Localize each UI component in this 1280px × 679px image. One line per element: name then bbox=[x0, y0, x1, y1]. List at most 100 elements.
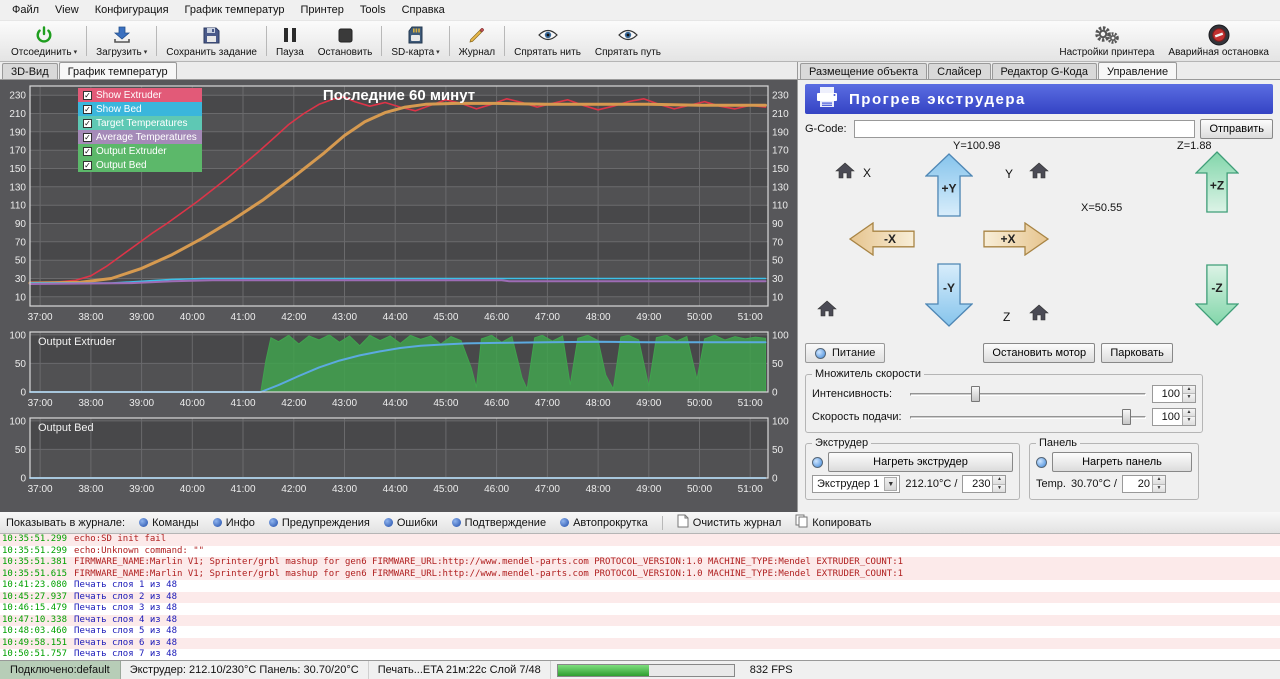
send-button[interactable]: Отправить bbox=[1200, 119, 1273, 139]
heat-extruder-button[interactable]: Нагреть экструдер bbox=[828, 452, 1013, 472]
toolbar-button-l-1[interactable]: Загрузить▾ bbox=[89, 22, 154, 60]
svg-text:41:00: 41:00 bbox=[230, 398, 255, 409]
log-filter-5[interactable]: Автопрокрутка bbox=[554, 515, 654, 531]
flow-spinner[interactable]: 100 ▲▼ bbox=[1152, 385, 1196, 403]
gcode-input[interactable] bbox=[854, 120, 1195, 138]
svg-text:49:00: 49:00 bbox=[636, 312, 661, 323]
tab-right-2[interactable]: Редактор G-Кода bbox=[992, 63, 1097, 79]
log-filter-4[interactable]: Подтверждение bbox=[446, 515, 552, 531]
log-filter-1[interactable]: Инфо bbox=[207, 515, 261, 531]
feed-slider-track bbox=[910, 416, 1146, 419]
toolbar-button-r-1[interactable]: Аварийная остановка bbox=[1161, 22, 1276, 60]
feed-slider-thumb[interactable] bbox=[1122, 409, 1131, 425]
toolbar-button-l-2[interactable]: Сохранить задание bbox=[159, 22, 264, 60]
toolbar-button-l-0[interactable]: Отсоединить▾ bbox=[4, 22, 84, 60]
legend-item-0[interactable]: ✓Show Extruder bbox=[78, 88, 202, 102]
toolbar-button-l-6[interactable]: Журнал bbox=[452, 22, 503, 60]
power-button[interactable]: Питание bbox=[805, 343, 885, 363]
legend-item-1[interactable]: ✓Show Bed bbox=[78, 102, 202, 116]
toolbar-button-r-0[interactable]: Настройки принтера bbox=[1052, 22, 1161, 60]
log-timestamp: 10:35:51.615 bbox=[2, 569, 67, 579]
spin-up-icon[interactable]: ▲ bbox=[1183, 409, 1195, 418]
legend-checkbox[interactable]: ✓ bbox=[83, 147, 92, 156]
legend-checkbox[interactable]: ✓ bbox=[83, 133, 92, 142]
menu-item-5[interactable]: Tools bbox=[352, 2, 394, 18]
svg-text:51:00: 51:00 bbox=[738, 312, 763, 323]
tab-right-0[interactable]: Размещение объекта bbox=[800, 63, 927, 79]
bed-target-spinner[interactable]: 20 ▲▼ bbox=[1122, 475, 1166, 493]
home-z-button[interactable] bbox=[1029, 304, 1049, 324]
spin-up-icon[interactable]: ▲ bbox=[1153, 476, 1165, 485]
log-timestamp: 10:50:51.757 bbox=[2, 649, 67, 659]
jog-plus-y-button[interactable]: +Y bbox=[925, 153, 973, 220]
menu-item-2[interactable]: Конфигурация bbox=[87, 2, 177, 18]
home-y-button[interactable] bbox=[1029, 162, 1049, 182]
toolbar-button-l-7[interactable]: Спрятать нить bbox=[507, 22, 588, 60]
jog-minus-x-button[interactable]: -X bbox=[849, 222, 915, 259]
log-filter-2[interactable]: Предупреждения bbox=[263, 515, 376, 531]
temperature-status: Экструдер: 212.10/230°C Панель: 30.70/20… bbox=[121, 661, 369, 679]
menu-item-0[interactable]: Файл bbox=[4, 2, 47, 18]
journal-icon bbox=[468, 25, 485, 46]
tab-left-1[interactable]: График температур bbox=[59, 62, 177, 79]
legend-item-3[interactable]: ✓Average Temperatures bbox=[78, 130, 202, 144]
jog-minus-y-button[interactable]: -Y bbox=[925, 263, 973, 330]
jog-plus-z-button[interactable]: +Z bbox=[1195, 151, 1239, 216]
legend-item-4[interactable]: ✓ Output Extruder bbox=[78, 144, 202, 158]
toolbar-button-l-3[interactable]: Пауза bbox=[269, 22, 311, 60]
log-message: FIRMWARE_NAME:Marlin V1; Sprinter/grbl m… bbox=[74, 557, 903, 567]
spin-up-icon[interactable]: ▲ bbox=[1183, 386, 1195, 395]
legend-item-2[interactable]: ✓Target Temperatures bbox=[78, 116, 202, 130]
chevron-down-icon: ▾ bbox=[436, 48, 440, 56]
heat-bed-button[interactable]: Нагреть панель bbox=[1052, 452, 1192, 472]
printer-settings-icon bbox=[1093, 25, 1120, 46]
menu-item-6[interactable]: Справка bbox=[394, 2, 453, 18]
spin-down-icon[interactable]: ▼ bbox=[1183, 417, 1195, 425]
menu-item-4[interactable]: Принтер bbox=[293, 2, 352, 18]
extruder-target-spinner[interactable]: 230 ▲▼ bbox=[962, 475, 1006, 493]
legend-item-5[interactable]: ✓Output Bed bbox=[78, 158, 202, 172]
legend-checkbox[interactable]: ✓ bbox=[83, 105, 92, 114]
jog-plus-x-button[interactable]: +X bbox=[983, 222, 1049, 259]
output-extruder-chart: 37:0038:0039:0040:0041:0042:0043:0044:00… bbox=[0, 330, 797, 415]
legend-label: Output Extruder bbox=[96, 146, 167, 157]
menu-item-1[interactable]: View bbox=[47, 2, 87, 18]
feed-slider[interactable] bbox=[910, 408, 1146, 426]
svg-text:47:00: 47:00 bbox=[535, 312, 560, 323]
tab-left-0[interactable]: 3D-Вид bbox=[2, 63, 58, 79]
log-filter-0[interactable]: Команды bbox=[133, 515, 205, 531]
flow-slider-thumb[interactable] bbox=[971, 386, 980, 402]
legend-checkbox[interactable]: ✓ bbox=[83, 91, 92, 100]
toolbar-button-l-8[interactable]: Спрятать путь bbox=[588, 22, 668, 60]
toolbar-separator bbox=[504, 26, 505, 56]
stop-motor-button[interactable]: Остановить мотор bbox=[983, 343, 1095, 363]
spin-up-icon[interactable]: ▲ bbox=[993, 476, 1005, 485]
flow-slider[interactable] bbox=[910, 385, 1146, 403]
axis-label-z: Z bbox=[1003, 310, 1010, 324]
log-area[interactable]: 10:35:51.299echo:SD init fail10:35:51.29… bbox=[0, 534, 1280, 660]
svg-text:41:00: 41:00 bbox=[230, 484, 255, 495]
svg-text:70: 70 bbox=[15, 237, 27, 248]
tab-right-1[interactable]: Слайсер bbox=[928, 63, 990, 79]
tab-right-3[interactable]: Управление bbox=[1098, 62, 1177, 79]
pause-icon bbox=[283, 25, 297, 46]
svg-text:210: 210 bbox=[772, 109, 789, 120]
home-x-button[interactable] bbox=[835, 162, 855, 182]
home-all-button[interactable] bbox=[817, 300, 837, 320]
menu-item-3[interactable]: График температур bbox=[177, 2, 293, 18]
jog-minus-z-button[interactable]: -Z bbox=[1195, 264, 1239, 329]
log-action-1[interactable]: Копировать bbox=[789, 512, 877, 533]
toolbar-button-l-5[interactable]: SD-карта▾ bbox=[384, 22, 446, 60]
toolbar-button-l-4[interactable]: Остановить bbox=[311, 22, 380, 60]
log-filter-3[interactable]: Ошибки bbox=[378, 515, 444, 531]
extruder-select[interactable]: Экструдер 1 ▼ bbox=[812, 475, 900, 493]
log-row-4: 10:41:23.080Печать слоя 1 из 48 bbox=[0, 580, 1280, 592]
legend-checkbox[interactable]: ✓ bbox=[83, 161, 92, 170]
spin-down-icon[interactable]: ▼ bbox=[1183, 394, 1195, 402]
feed-spinner[interactable]: 100 ▲▼ bbox=[1152, 408, 1196, 426]
spin-down-icon[interactable]: ▼ bbox=[993, 485, 1005, 493]
legend-checkbox[interactable]: ✓ bbox=[83, 119, 92, 128]
spin-down-icon[interactable]: ▼ bbox=[1153, 485, 1165, 493]
log-action-0[interactable]: Очистить журнал bbox=[671, 512, 788, 533]
park-button[interactable]: Парковать bbox=[1101, 343, 1173, 363]
